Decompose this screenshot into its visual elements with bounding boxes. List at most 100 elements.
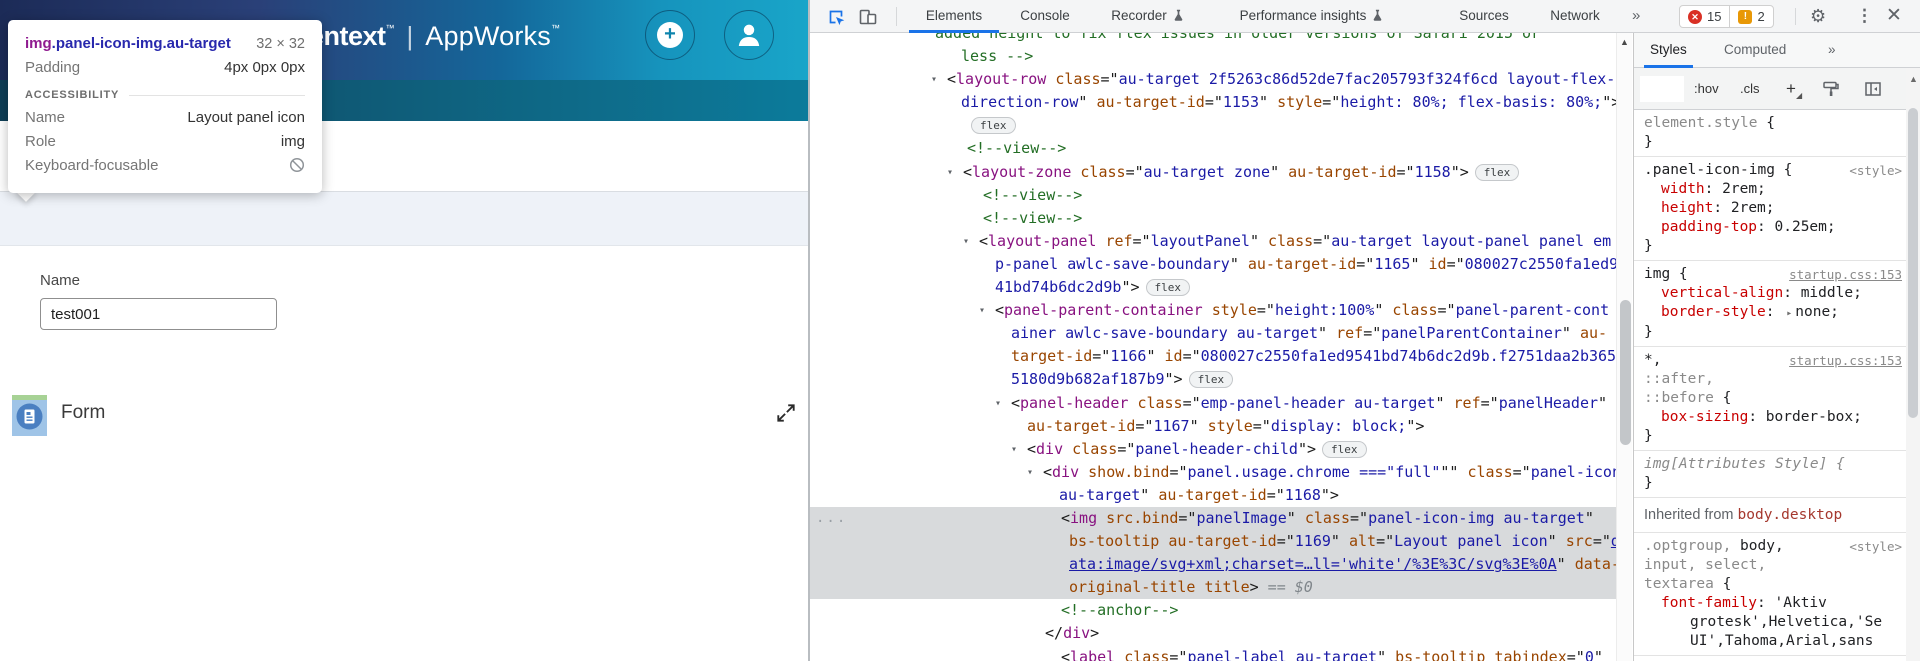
layout-panel-icon-highlighted[interactable] <box>12 395 47 436</box>
devtools-tab-sources[interactable]: Sources <box>1446 0 1522 33</box>
toggle-hover-state-button[interactable]: :hov <box>1694 68 1719 110</box>
tree-row[interactable]: ▾ <layout-panel ref="layoutPanel" class="… <box>810 230 1616 253</box>
tree-row[interactable]: added height to fix flex issues in older… <box>810 33 1616 45</box>
new-style-rule-button[interactable]: +◢ <box>1786 68 1802 110</box>
attribute-value-link[interactable]: ata:image/svg+xml;charset=…ll='white'/%3… <box>1069 555 1557 573</box>
elements-scrollbar[interactable]: ▲ <box>1616 33 1632 661</box>
toggle-sidebar-layout-icon[interactable] <box>1864 80 1882 98</box>
inspect-element-icon[interactable] <box>826 7 846 27</box>
scrollbar-thumb[interactable] <box>1620 300 1631 445</box>
device-toolbar-icon[interactable] <box>858 7 878 27</box>
css-property[interactable]: font-family: 'Aktiv <box>1634 594 1906 613</box>
css-selector-line[interactable]: } <box>1634 474 1906 493</box>
flex-badge[interactable]: flex <box>1145 279 1190 297</box>
scroll-up-arrow[interactable]: ▲ <box>1620 37 1629 47</box>
tree-row[interactable]: <!--view--> <box>810 207 1616 230</box>
settings-gear-icon[interactable]: ⚙ <box>1810 0 1826 33</box>
toggle-class-button[interactable]: .cls <box>1740 68 1760 110</box>
css-property[interactable]: box-sizing: border-box; <box>1634 408 1906 427</box>
inherited-node-link[interactable]: body.desktop <box>1738 507 1843 523</box>
kebab-menu-icon[interactable]: ⋮ <box>1856 0 1873 33</box>
tree-row[interactable]: ata:image/svg+xml;charset=…ll='white'/%3… <box>810 553 1616 577</box>
rendering-paint-icon[interactable] <box>1822 80 1840 98</box>
tree-row[interactable]: <!--anchor--> <box>810 599 1616 622</box>
stylesheet-source-link[interactable]: <style> <box>1849 537 1902 556</box>
tree-row[interactable]: 5180d9b682af187b9"> flex <box>810 368 1616 391</box>
css-selector-line[interactable]: element.style { <box>1634 114 1906 133</box>
css-selector-line[interactable]: <style> .panel-icon-img { <box>1634 161 1906 180</box>
tree-row[interactable]: ▾ <panel-parent-container style="height:1… <box>810 299 1616 322</box>
css-selector-line[interactable]: input, select, <box>1634 556 1906 575</box>
sidebar-tab-computed[interactable]: Computed <box>1724 33 1786 68</box>
close-devtools-icon[interactable]: ✕ <box>1886 0 1902 33</box>
add-button[interactable]: + <box>645 10 695 60</box>
tree-row[interactable]: less --> <box>810 45 1616 68</box>
css-selector-line[interactable]: } <box>1634 237 1906 256</box>
stylesheet-source-link[interactable]: startup.css:153 <box>1789 351 1902 370</box>
styles-filter-input[interactable] <box>1640 76 1684 102</box>
more-tabs-chevron[interactable]: » <box>1632 0 1640 33</box>
stylesheet-source-link[interactable]: startup.css:153 <box>1789 265 1902 284</box>
css-selector-line[interactable]: ::before { <box>1634 389 1906 408</box>
expand-arrow-icon[interactable]: ▾ <box>963 230 969 253</box>
tree-row[interactable]: ▾ <panel-header class="emp-panel-header a… <box>810 392 1616 415</box>
tree-row[interactable]: au-target" au-target-id="1168"> <box>810 484 1616 507</box>
name-input[interactable] <box>40 298 277 330</box>
expand-arrow-icon[interactable]: ▾ <box>1011 438 1017 461</box>
flex-badge[interactable]: flex <box>971 117 1016 135</box>
expand-arrow-icon[interactable]: ▾ <box>1027 461 1033 484</box>
warning-badge[interactable]: ! 2 <box>1729 6 1772 27</box>
styles-scrollbar[interactable]: ▲ <box>1906 68 1920 661</box>
css-property[interactable]: vertical-align: middle; <box>1634 284 1906 303</box>
tree-row[interactable]: original-title title> == $0 <box>810 576 1616 600</box>
css-selector-line[interactable]: <style> .optgroup, body, <box>1634 537 1906 556</box>
tree-row[interactable]: <!--view--> <box>810 137 1616 160</box>
tree-row[interactable]: </div> <box>810 622 1616 645</box>
scrollbar-thumb[interactable] <box>1908 108 1918 418</box>
tree-row[interactable]: p-panel awlc-save-boundary" au-target-id… <box>810 253 1616 276</box>
css-selector-line[interactable]: ::after, <box>1634 370 1906 389</box>
css-selector-line[interactable]: } <box>1634 427 1906 446</box>
devtools-tab-performance-insights[interactable]: Performance insights <box>1228 0 1396 33</box>
css-selector-line[interactable]: startup.css:153 img { <box>1634 265 1906 284</box>
expand-arrow-icon[interactable]: ▾ <box>947 161 953 184</box>
css-selector-line[interactable]: } <box>1634 133 1906 152</box>
expand-arrow-icon[interactable]: ▾ <box>931 68 937 91</box>
css-selector-line[interactable]: } <box>1634 323 1906 342</box>
css-selector-line[interactable]: startup.css:153 *, <box>1634 351 1906 370</box>
tree-row[interactable]: ainer awlc-save-boundary au-target" ref=… <box>810 322 1616 345</box>
tree-row[interactable]: flex <box>810 114 1616 137</box>
css-selector-line[interactable]: img[Attributes Style] { <box>1634 455 1906 474</box>
flex-badge[interactable]: flex <box>1474 163 1520 181</box>
issues-badges[interactable]: ✕ 15 ! 2 <box>1679 5 1774 28</box>
css-property[interactable]: padding-top: 0.25em; <box>1634 218 1906 237</box>
devtools-tab-recorder[interactable]: Recorder <box>1100 0 1196 33</box>
devtools-tab-elements[interactable]: Elements <box>909 0 999 33</box>
tree-row[interactable]: 41bd74b6dc2d9b"> flex <box>810 276 1616 299</box>
devtools-tab-network[interactable]: Network <box>1536 0 1614 33</box>
user-menu-button[interactable] <box>724 10 774 60</box>
css-property[interactable]: UI',Tahoma,Arial,sans <box>1634 632 1906 651</box>
css-property[interactable]: width: 2rem; <box>1634 180 1906 199</box>
tree-row[interactable]: target-id="1166" id="080027c2550fa1ed954… <box>810 345 1616 368</box>
scroll-up-arrow[interactable]: ▲ <box>1909 74 1918 84</box>
tree-row[interactable]: ▾ <layout-zone class="au-target zone" au-… <box>810 161 1616 184</box>
tree-row[interactable]: au-target-id="1167" style="display: bloc… <box>810 415 1616 438</box>
error-badge[interactable]: ✕ 15 <box>1680 6 1729 27</box>
stylesheet-source-link[interactable]: <style> <box>1849 161 1902 180</box>
tree-row[interactable]: ▾ <div show.bind="panel.usage.chrome ==="… <box>810 461 1616 484</box>
expand-panel-icon[interactable] <box>775 402 797 424</box>
devtools-tab-console[interactable]: Console <box>1008 0 1082 33</box>
expand-arrow-icon[interactable]: ▾ <box>979 299 985 322</box>
css-property[interactable]: border-style: ▸ none; <box>1634 303 1906 323</box>
more-actions-dots[interactable]: ... <box>816 507 847 530</box>
tree-row[interactable]: <!--view--> <box>810 184 1616 207</box>
tree-row[interactable]: ▾ <div class="panel-header-child"> flex <box>810 438 1616 461</box>
flex-badge[interactable]: flex <box>1188 371 1234 389</box>
tree-row[interactable]: bs-tooltip au-target-id="1169" alt="Layo… <box>810 530 1616 554</box>
css-property[interactable]: height: 2rem; <box>1634 199 1906 218</box>
css-selector-line[interactable]: textarea { <box>1634 575 1906 594</box>
tree-row[interactable]: <label class="panel-label au-target" bs-… <box>810 646 1616 661</box>
expand-arrow-icon[interactable]: ▾ <box>995 392 1001 415</box>
sidebar-tab--[interactable]: » <box>1828 33 1836 68</box>
